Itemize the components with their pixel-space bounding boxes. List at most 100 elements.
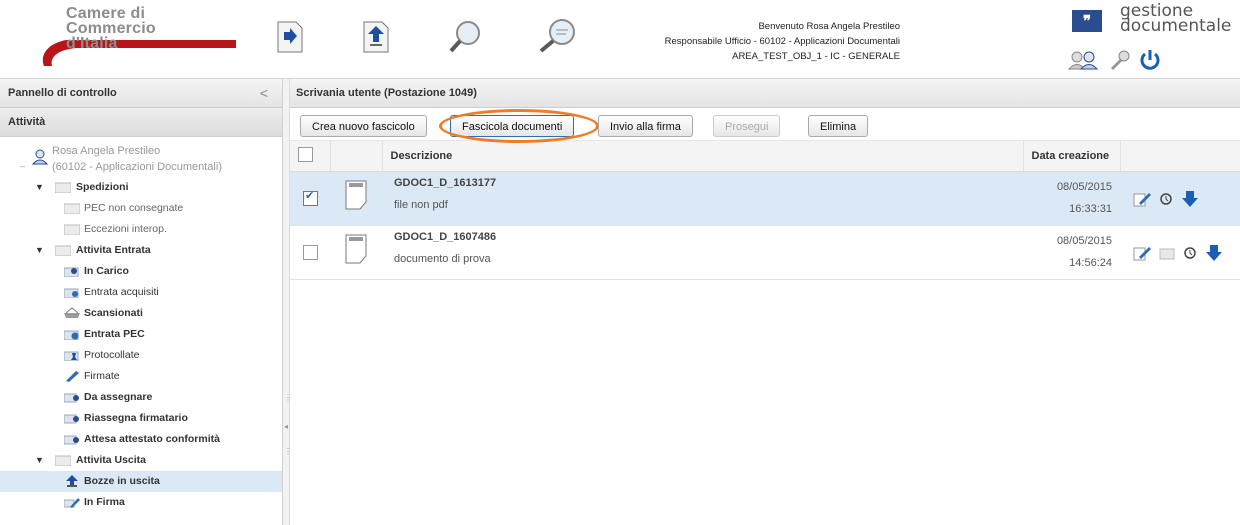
page-title: Scrivania utente (Postazione 1049) bbox=[290, 79, 1240, 108]
delete-button[interactable]: Elimina bbox=[808, 115, 869, 137]
tree-item-entrata-pec[interactable]: Entrata PEC bbox=[0, 324, 282, 345]
tree-section-spedizioni[interactable]: ▼ Spedizioni bbox=[0, 177, 282, 198]
create-folder-button[interactable]: Crea nuovo fascicolo bbox=[300, 115, 427, 137]
document-id[interactable]: GDOC1_D_1607486 bbox=[394, 231, 1023, 243]
descrizione-column-header[interactable]: Descrizione bbox=[382, 141, 1024, 172]
tree-item-in-carico[interactable]: In Carico bbox=[0, 261, 282, 282]
expand-arrow-icon[interactable]: ▼ bbox=[35, 450, 44, 471]
control-panel-header: Pannello di controllo < bbox=[0, 79, 282, 108]
tree-item-label: Attesa attestato conformità bbox=[84, 433, 220, 445]
row-checkbox[interactable] bbox=[303, 245, 318, 260]
tree-item-riassegna-firmatario[interactable]: Riassegna firmatario bbox=[0, 408, 282, 429]
user-tree-node[interactable]: _ Rosa Angela Prestileo (60102 - Applica… bbox=[0, 137, 282, 177]
document-icon bbox=[345, 180, 367, 210]
user-desk: Scrivania utente (Postazione 1049) Crea … bbox=[290, 79, 1240, 525]
collapse-panel-icon[interactable]: < bbox=[260, 79, 268, 107]
table-header: Descrizione Data creazione bbox=[290, 141, 1240, 172]
documents-table: Descrizione Data creazione GDOC1_D_16131… bbox=[290, 141, 1240, 280]
history-icon[interactable] bbox=[1183, 245, 1197, 261]
upload-document-button[interactable] bbox=[358, 19, 392, 55]
power-icon bbox=[1140, 50, 1160, 70]
edit-icon[interactable] bbox=[1133, 191, 1151, 207]
tree-item-label: Da assegnare bbox=[84, 391, 153, 403]
type-column-header bbox=[330, 141, 383, 172]
protocol-stamp-icon bbox=[64, 351, 79, 361]
tree-item-label: Entrata acquisiti bbox=[84, 286, 159, 298]
edit-icon[interactable] bbox=[1133, 245, 1151, 261]
search-icon bbox=[449, 21, 480, 53]
gestione-documentale-brand: ❞ gestione documentale bbox=[1066, 3, 1236, 75]
tree-section-label: Attivita Uscita bbox=[76, 454, 147, 466]
tree-section-attivita-uscita[interactable]: ▼ Attivita Uscita bbox=[0, 450, 282, 471]
table-row[interactable]: GDOC1_D_1613177 file non pdf 08/05/2015 … bbox=[290, 171, 1240, 226]
signature-pen-icon bbox=[66, 371, 79, 382]
advanced-search-button[interactable] bbox=[534, 19, 582, 55]
welcome-info: Benvenuto Rosa Angela Prestileo Responsa… bbox=[665, 19, 900, 64]
user-icon bbox=[32, 149, 48, 165]
tree-item-in-firma[interactable]: In Firma bbox=[0, 492, 282, 513]
panel-splitter[interactable]: ⋮ ◂ ⋮ bbox=[283, 79, 292, 525]
document-icon bbox=[345, 234, 367, 264]
search-button[interactable] bbox=[446, 19, 480, 55]
tree-section-attivita-entrata[interactable]: ▼ Attivita Entrata bbox=[0, 240, 282, 261]
download-icon[interactable] bbox=[1205, 244, 1223, 262]
tree-item-label: Entrata PEC bbox=[84, 328, 145, 340]
row-checkbox[interactable] bbox=[303, 189, 318, 206]
send-to-sign-button[interactable]: Invio alla firma bbox=[598, 115, 693, 137]
file-documents-button[interactable]: Fascicola documenti bbox=[450, 115, 575, 137]
welcome-area: AREA_TEST_OBJ_1 - IC - GENERALE bbox=[732, 51, 900, 62]
advanced-search-icon bbox=[539, 19, 575, 53]
assign-user-icon bbox=[64, 393, 79, 403]
select-all-checkbox[interactable] bbox=[298, 147, 313, 162]
control-panel-title: Pannello di controllo bbox=[8, 87, 117, 99]
welcome-user: Benvenuto Rosa Angela Prestileo bbox=[758, 21, 900, 32]
user-node-name: Rosa Angela Prestileo bbox=[52, 145, 161, 157]
pec-mail-icon bbox=[64, 330, 79, 340]
folder-icon bbox=[55, 245, 71, 256]
creation-time: 14:56:24 bbox=[1069, 257, 1112, 269]
tree-item-attesa-attestato[interactable]: Attesa attestato conformità bbox=[0, 429, 282, 450]
tools-icon bbox=[1110, 50, 1130, 71]
tree-item-label: In Carico bbox=[84, 265, 129, 277]
brand-logo-icon: ❞ bbox=[1072, 10, 1102, 32]
tree-item-firmate[interactable]: Firmate bbox=[0, 366, 282, 387]
document-id[interactable]: GDOC1_D_1613177 bbox=[394, 177, 1023, 189]
document-description: documento di prova bbox=[394, 253, 491, 265]
users-button[interactable] bbox=[1066, 49, 1102, 74]
document-description: file non pdf bbox=[394, 199, 448, 211]
splitter-collapse-icon[interactable]: ◂ bbox=[284, 422, 288, 431]
import-document-button[interactable] bbox=[272, 19, 306, 55]
folder-icon bbox=[55, 182, 71, 193]
folder-icon bbox=[55, 455, 71, 466]
tools-button[interactable] bbox=[1108, 49, 1132, 74]
actions-column-header bbox=[1120, 141, 1240, 172]
tree-item-label: Protocollate bbox=[84, 349, 140, 361]
logo-line2: d'Italia bbox=[66, 35, 118, 52]
creation-date: 08/05/2015 bbox=[1056, 181, 1112, 193]
folder-icon bbox=[64, 224, 80, 235]
data-creazione-column-header[interactable]: Data creazione bbox=[1023, 141, 1121, 172]
draft-upload-icon bbox=[66, 475, 78, 487]
creation-time: 16:33:31 bbox=[1069, 203, 1112, 215]
folder-icon bbox=[64, 203, 80, 214]
folder-icon[interactable] bbox=[1159, 246, 1175, 260]
tree-item-eccezioni-interop[interactable]: Eccezioni interop. bbox=[0, 219, 282, 240]
continue-button[interactable]: Prosegui bbox=[713, 115, 781, 137]
tree-item-entrata-acquisiti[interactable]: Entrata acquisiti bbox=[0, 282, 282, 303]
tree-item-pec-non-consegnate[interactable]: PEC non consegnate bbox=[0, 198, 282, 219]
user-node-toggle-icon[interactable]: _ bbox=[20, 157, 25, 167]
tree-item-protocollate[interactable]: Protocollate bbox=[0, 345, 282, 366]
user-node-office: (60102 - Applicazioni Documentali) bbox=[52, 161, 222, 173]
logout-button[interactable] bbox=[1138, 48, 1162, 75]
tree-item-bozze-in-uscita[interactable]: Bozze in uscita bbox=[0, 471, 282, 492]
expand-arrow-icon[interactable]: ▼ bbox=[35, 177, 44, 198]
tree-section-label: Spedizioni bbox=[76, 181, 129, 193]
upload-document-icon bbox=[363, 21, 389, 53]
table-row[interactable]: GDOC1_D_1607486 documento di prova 08/05… bbox=[290, 225, 1240, 280]
expand-arrow-icon[interactable]: ▼ bbox=[35, 240, 44, 261]
history-icon[interactable] bbox=[1159, 191, 1173, 207]
tree-item-scansionati[interactable]: Scansionati bbox=[0, 303, 282, 324]
tree-item-da-assegnare[interactable]: Da assegnare bbox=[0, 387, 282, 408]
tree-item-label: PEC non consegnate bbox=[84, 202, 184, 214]
download-icon[interactable] bbox=[1181, 190, 1199, 208]
